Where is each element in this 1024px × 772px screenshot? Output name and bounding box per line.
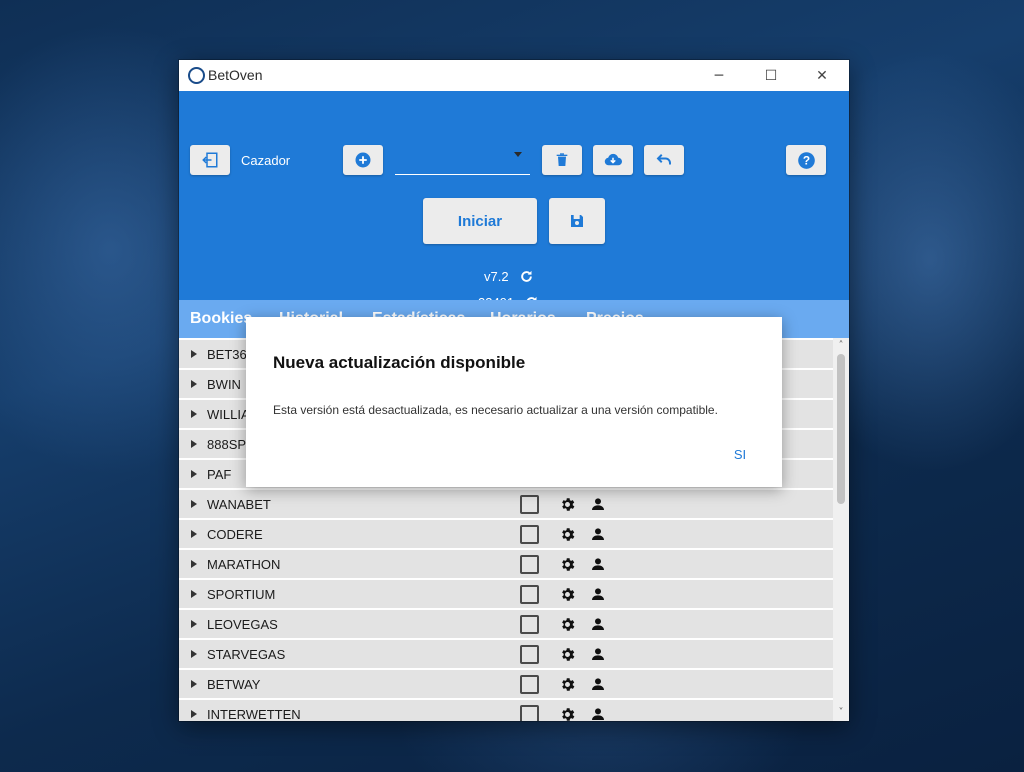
bookie-checkbox[interactable] <box>520 615 539 634</box>
gear-icon[interactable] <box>559 586 576 603</box>
user-icon[interactable] <box>590 676 606 692</box>
dialog-title: Nueva actualización disponible <box>273 353 526 372</box>
gear-icon[interactable] <box>559 496 576 513</box>
expand-arrow-icon[interactable] <box>191 530 197 538</box>
mode-label: Cazador <box>241 153 291 168</box>
save-icon <box>571 215 583 227</box>
expand-arrow-icon[interactable] <box>191 650 197 658</box>
table-row[interactable]: LEOVEGAS <box>179 610 833 640</box>
user-icon[interactable] <box>590 616 606 632</box>
table-row[interactable]: STARVEGAS <box>179 640 833 670</box>
bookie-checkbox[interactable] <box>520 675 539 694</box>
expand-arrow-icon[interactable] <box>191 380 197 388</box>
app-logo-icon <box>188 67 205 84</box>
trash-icon <box>556 153 568 166</box>
expand-arrow-icon[interactable] <box>191 680 197 688</box>
scroll-up-icon[interactable]: ˄ <box>836 341 846 351</box>
cloud-download-icon <box>604 153 622 166</box>
bookie-checkbox[interactable] <box>520 705 539 721</box>
scroll-down-icon[interactable]: ˅ <box>836 708 846 718</box>
gear-icon[interactable] <box>559 526 576 543</box>
update-dialog: Nueva actualización disponible Esta vers… <box>246 317 782 487</box>
download-button[interactable] <box>593 145 633 175</box>
header-panel: Cazador ? Iniciar v7.2 <box>179 91 849 310</box>
version-row: v7.2 <box>484 269 534 284</box>
expand-arrow-icon[interactable] <box>191 710 197 718</box>
bookie-name: SPORTIUM <box>207 587 276 602</box>
bookie-checkbox[interactable] <box>520 645 539 664</box>
delete-button[interactable] <box>542 145 582 175</box>
expand-arrow-icon[interactable] <box>191 560 197 568</box>
add-circle-icon <box>355 152 371 168</box>
undo-button[interactable] <box>644 145 684 175</box>
gear-icon[interactable] <box>559 616 576 633</box>
bookie-name: CODERE <box>207 527 263 542</box>
dialog-message: Esta versión está desactualizada, es nec… <box>273 403 718 417</box>
help-icon: ? <box>797 151 815 169</box>
table-row[interactable]: SPORTIUM <box>179 580 833 610</box>
bookie-name: BETWAY <box>207 677 261 692</box>
bookie-checkbox[interactable] <box>520 555 539 574</box>
chevron-down-icon <box>514 152 522 157</box>
table-row[interactable]: CODERE <box>179 520 833 550</box>
add-button[interactable] <box>343 145 383 175</box>
expand-arrow-icon[interactable] <box>191 500 197 508</box>
bookie-name: INTERWETTEN <box>207 707 301 721</box>
bookie-name: BWIN <box>207 377 241 392</box>
bookie-name: LEOVEGAS <box>207 617 278 632</box>
user-icon[interactable] <box>590 526 606 542</box>
expand-arrow-icon[interactable] <box>191 470 197 478</box>
scrollbar-thumb[interactable] <box>837 354 845 504</box>
table-row[interactable]: BETWAY <box>179 670 833 700</box>
bookie-checkbox[interactable] <box>520 585 539 604</box>
title-bar: BetOven ─ ☐ ✕ <box>179 60 849 92</box>
expand-arrow-icon[interactable] <box>191 410 197 418</box>
confirm-button[interactable]: SI <box>724 447 756 465</box>
start-button[interactable]: Iniciar <box>423 198 537 244</box>
expand-arrow-icon[interactable] <box>191 620 197 628</box>
bookie-name: PAF <box>207 467 232 482</box>
close-button[interactable]: ✕ <box>799 60 845 91</box>
minimize-button[interactable]: ─ <box>696 60 742 91</box>
gear-icon[interactable] <box>559 706 576 721</box>
table-row[interactable]: WANABET <box>179 490 833 520</box>
expand-arrow-icon[interactable] <box>191 440 197 448</box>
version-label: v7.2 <box>484 269 509 284</box>
table-row[interactable]: MARATHON <box>179 550 833 580</box>
gear-icon[interactable] <box>559 646 576 663</box>
maximize-button[interactable]: ☐ <box>748 60 794 91</box>
expand-arrow-icon[interactable] <box>191 590 197 598</box>
bookie-name: WANABET <box>207 497 271 512</box>
bookie-name: MARATHON <box>207 557 281 572</box>
svg-text:?: ? <box>802 153 809 167</box>
bookie-checkbox[interactable] <box>520 495 539 514</box>
gear-icon[interactable] <box>559 676 576 693</box>
expand-arrow-icon[interactable] <box>191 350 197 358</box>
list-scrollbar[interactable]: ˄ ˅ <box>833 338 849 721</box>
bookie-name: STARVEGAS <box>207 647 286 662</box>
user-icon[interactable] <box>590 556 606 572</box>
exit-icon <box>202 152 218 168</box>
exit-button[interactable] <box>190 145 230 175</box>
user-icon[interactable] <box>590 496 606 512</box>
user-icon[interactable] <box>590 586 606 602</box>
refresh-icon[interactable] <box>519 269 534 284</box>
app-title: BetOven <box>208 67 263 83</box>
table-row[interactable]: INTERWETTEN <box>179 700 833 721</box>
bookie-checkbox[interactable] <box>520 525 539 544</box>
profile-dropdown[interactable] <box>395 144 530 175</box>
help-button[interactable]: ? <box>786 145 826 175</box>
save-button[interactable] <box>549 198 605 244</box>
gear-icon[interactable] <box>559 556 576 573</box>
user-icon[interactable] <box>590 646 606 662</box>
user-icon[interactable] <box>590 706 606 721</box>
undo-icon <box>656 154 671 165</box>
tab-bookies[interactable]: Bookies <box>190 310 252 328</box>
